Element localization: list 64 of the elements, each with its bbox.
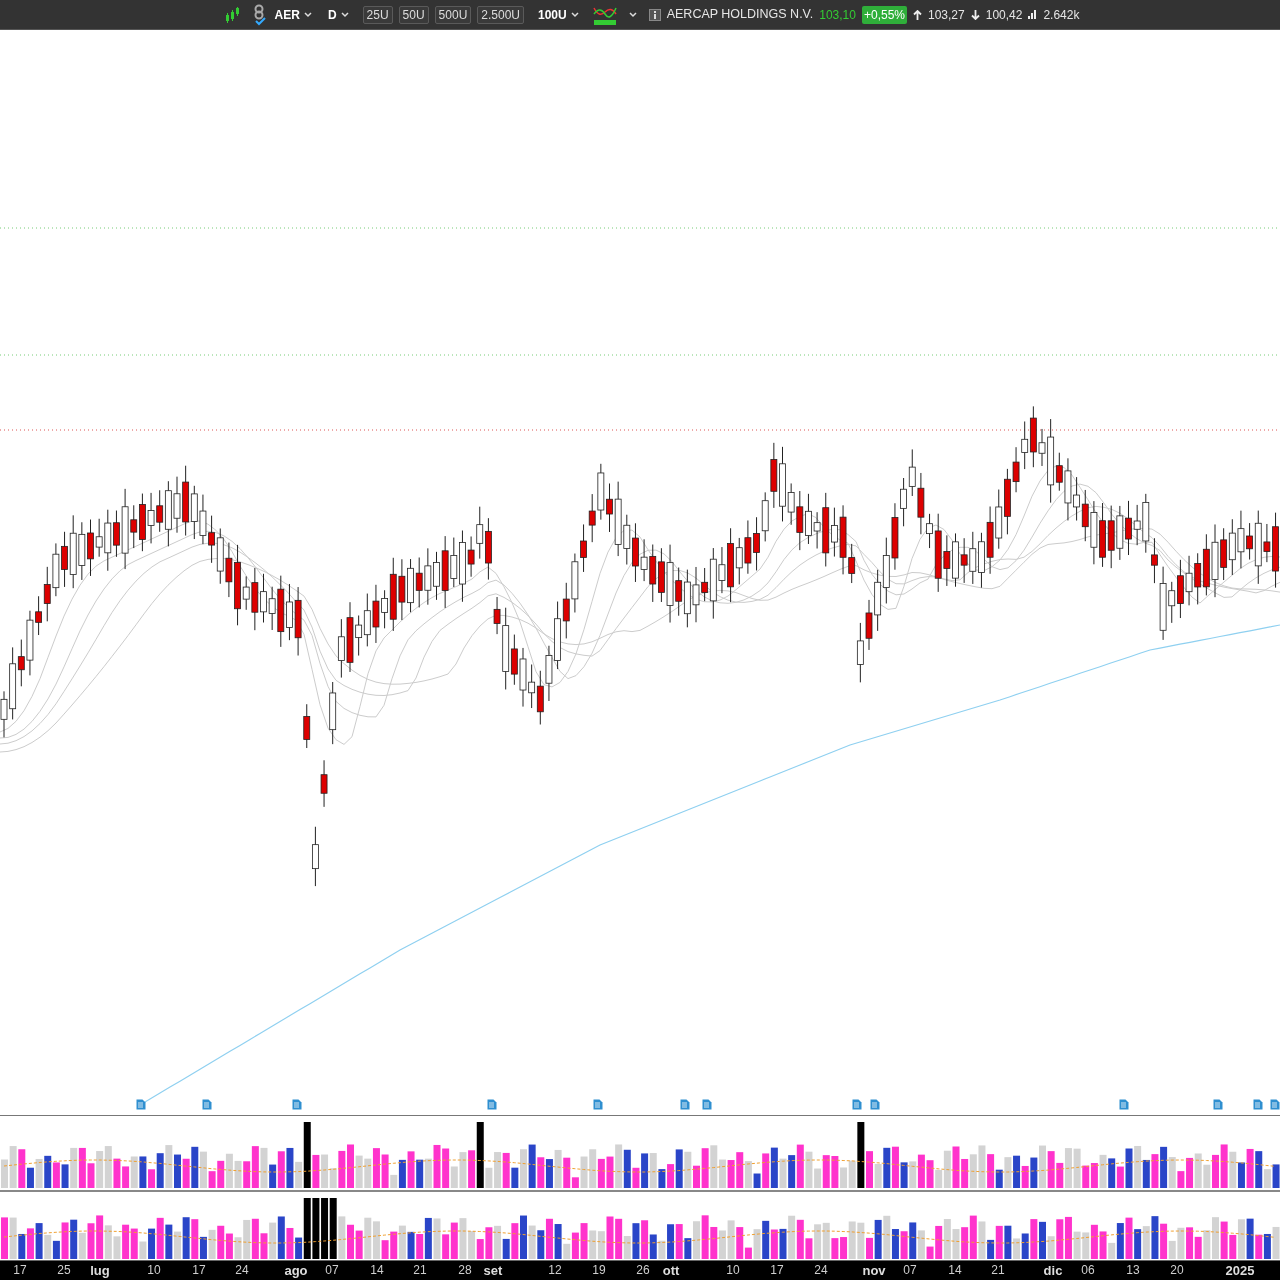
link-check-icon[interactable] xyxy=(252,3,267,26)
axis-label: 28 xyxy=(458,1262,472,1279)
axis-label: 24 xyxy=(814,1262,828,1279)
axis-label: 19 xyxy=(592,1262,606,1279)
size-button[interactable]: 2.500U xyxy=(477,5,524,24)
document-icon[interactable] xyxy=(680,1099,690,1110)
volume-value: 2.642k xyxy=(1043,6,1080,24)
axis-label: nov xyxy=(862,1262,886,1279)
axis-label: lug xyxy=(90,1262,110,1279)
document-icon[interactable] xyxy=(593,1099,603,1110)
axis-label: 06 xyxy=(1081,1262,1095,1279)
document-icon[interactable] xyxy=(202,1099,212,1110)
document-icon[interactable] xyxy=(702,1099,712,1110)
axis-label: 24 xyxy=(235,1262,249,1279)
axis-label: dic xyxy=(1043,1262,1063,1279)
axis-label: 07 xyxy=(325,1262,339,1279)
axis-label: 14 xyxy=(370,1262,384,1279)
size-button[interactable]: 500U xyxy=(434,5,472,24)
document-icon[interactable] xyxy=(1270,1099,1280,1110)
axis-label: ott xyxy=(662,1262,680,1279)
axis-label: 17 xyxy=(192,1262,206,1279)
axis-label: 21 xyxy=(413,1262,427,1279)
info-icon[interactable] xyxy=(648,8,661,21)
axis-label: 10 xyxy=(726,1262,740,1279)
axis-label: 17 xyxy=(770,1262,784,1279)
size-button[interactable]: 50U xyxy=(398,5,429,24)
axis-label: 14 xyxy=(948,1262,962,1279)
axis-label: 12 xyxy=(548,1262,562,1279)
caret-icon xyxy=(340,11,349,18)
axis-label: 10 xyxy=(147,1262,161,1279)
document-icon[interactable] xyxy=(292,1099,302,1110)
last-price: 103,10 xyxy=(819,6,856,24)
instrument-name: AERCAP HOLDINGS N.V. xyxy=(666,6,814,24)
change-badge: +0,55% xyxy=(861,5,907,24)
caret-icon xyxy=(303,11,312,18)
caret-icon xyxy=(570,11,579,18)
quantity-dropdown[interactable]: 100U xyxy=(536,5,581,24)
arrow-down-icon xyxy=(970,9,980,20)
high-price: 103,27 xyxy=(928,6,965,24)
document-icon[interactable] xyxy=(1119,1099,1129,1110)
signal-bars-icon xyxy=(1028,10,1038,19)
axis-label: 07 xyxy=(903,1262,917,1279)
candlestick-icon[interactable] xyxy=(224,5,241,24)
document-icon[interactable] xyxy=(136,1099,146,1110)
axis-label: 13 xyxy=(1126,1262,1140,1279)
symbol-dropdown[interactable]: AER xyxy=(272,5,314,24)
document-icon[interactable] xyxy=(1213,1099,1223,1110)
axis-label: 21 xyxy=(991,1262,1005,1279)
axis-label: 17 xyxy=(13,1262,27,1279)
document-icon[interactable] xyxy=(852,1099,862,1110)
arrow-up-icon xyxy=(913,9,922,20)
low-price: 100,42 xyxy=(985,6,1023,24)
axis-label: 20 xyxy=(1170,1262,1184,1279)
axis-label: ago xyxy=(284,1262,308,1279)
size-button[interactable]: 25U xyxy=(362,5,393,24)
axis-label: 25 xyxy=(57,1262,71,1279)
document-icon[interactable] xyxy=(870,1099,880,1110)
axis-label: 2025 xyxy=(1225,1262,1255,1279)
document-icon[interactable] xyxy=(1253,1099,1263,1110)
document-icon[interactable] xyxy=(487,1099,497,1110)
timeframe-dropdown[interactable]: D xyxy=(325,5,351,24)
axis-label: 26 xyxy=(636,1262,650,1279)
caret-icon[interactable] xyxy=(628,11,637,18)
axis-label: set xyxy=(483,1262,503,1279)
